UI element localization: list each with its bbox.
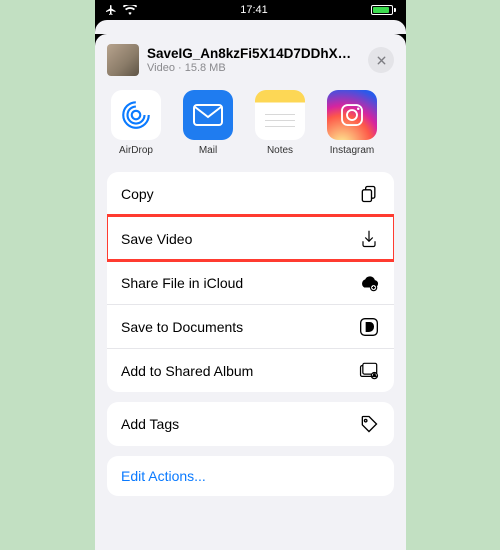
wifi-icon (123, 5, 137, 15)
share-target-instagram[interactable]: Instagram (323, 90, 381, 156)
close-icon (376, 55, 387, 66)
file-thumbnail (107, 44, 139, 76)
action-shared-album[interactable]: Add to Shared Album (107, 348, 394, 392)
clock: 17:41 (240, 4, 268, 16)
icloud-share-icon (358, 274, 380, 292)
file-meta: Video · 15.8 MB (147, 62, 360, 74)
tag-icon (358, 414, 380, 434)
action-save-documents[interactable]: Save to Documents (107, 304, 394, 348)
action-share-icloud[interactable]: Share File in iCloud (107, 260, 394, 304)
phone-frame: 17:41 SaveIG_An8kzFi5X14D7DDhXM... Video… (95, 0, 406, 550)
action-copy[interactable]: Copy (107, 172, 394, 216)
action-list: Copy Save Video Share File in iCloud (107, 172, 394, 392)
share-sheet: SaveIG_An8kzFi5X14D7DDhXM... Video · 15.… (95, 34, 406, 550)
action-add-tags[interactable]: Add Tags (107, 402, 394, 446)
airdrop-icon (111, 90, 161, 140)
mail-icon (183, 90, 233, 140)
share-target-notes[interactable]: Notes (251, 90, 309, 156)
notes-icon (255, 90, 305, 140)
copy-icon (358, 184, 380, 204)
documents-app-icon (358, 317, 380, 337)
shared-album-icon (358, 362, 380, 380)
close-button[interactable] (368, 47, 394, 73)
action-list-secondary: Add Tags (107, 402, 394, 446)
sheet-header: SaveIG_An8kzFi5X14D7DDhXM... Video · 15.… (107, 44, 394, 76)
status-bar: 17:41 (95, 0, 406, 20)
underlying-card-peek (95, 20, 406, 34)
file-name: SaveIG_An8kzFi5X14D7DDhXM... (147, 46, 360, 61)
action-save-video[interactable]: Save Video (107, 216, 394, 260)
share-target-airdrop[interactable]: AirDrop (107, 90, 165, 156)
instagram-icon (327, 90, 377, 140)
edit-actions-button[interactable]: Edit Actions... (107, 456, 394, 496)
file-info: SaveIG_An8kzFi5X14D7DDhXM... Video · 15.… (147, 46, 360, 74)
share-targets-row[interactable]: AirDrop Mail Notes Instagram (107, 90, 394, 156)
share-target-mail[interactable]: Mail (179, 90, 237, 156)
download-icon (358, 229, 380, 249)
airplane-mode-icon (105, 4, 117, 16)
battery-icon (371, 5, 396, 15)
